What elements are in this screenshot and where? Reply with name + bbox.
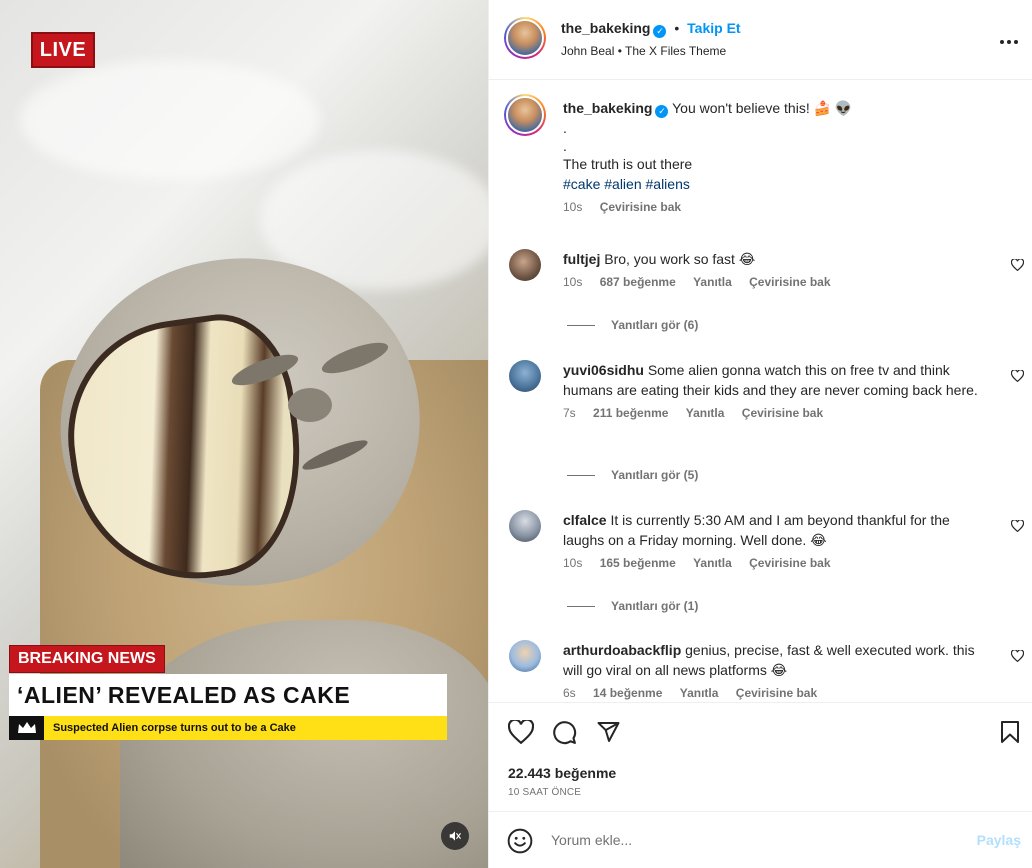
comment: arthurdoabackflip genius, precise, fast …: [563, 640, 993, 700]
post-video[interactable]: LIVE BREAKING NEWS ‘ALIEN’ REVEALED AS C…: [0, 0, 488, 868]
comment-likes[interactable]: 687 beğenme: [600, 275, 676, 289]
translate-link[interactable]: Çevirisine bak: [749, 556, 830, 570]
post-side-panel: the_bakeking ✓ • Takip Et John Beal • The…: [488, 0, 1032, 868]
news-headline: ‘ALIEN’ REVEALED AS CAKE: [17, 681, 351, 708]
commenter-username[interactable]: yuvi06sidhu: [563, 362, 644, 378]
caption-text: the_bakeking ✓ You won't believe this! 🍰 …: [563, 98, 1003, 118]
comment-time: 7s: [563, 406, 576, 420]
comment-likes[interactable]: 165 beğenme: [600, 556, 676, 570]
breaking-news-label: BREAKING NEWS: [9, 645, 165, 673]
post-actions-bar: 22.443 beğenme 10 SAAT ÖNCE: [489, 702, 1032, 810]
comment: yuvi06sidhu Some alien gonna watch this …: [563, 360, 993, 420]
dot-separator: •: [674, 20, 680, 36]
news-headline-box: ‘ALIEN’ REVEALED AS CAKE: [9, 674, 447, 716]
caption-line: .: [563, 120, 567, 136]
author-line: the_bakeking ✓ • Takip Et: [561, 20, 741, 38]
emoji-smiley-icon[interactable]: [507, 828, 533, 854]
live-badge: LIVE: [31, 32, 95, 68]
heart-outline-icon[interactable]: [1011, 370, 1024, 382]
alien-body-image: [120, 620, 488, 868]
comment: fultjej Bro, you work so fast 😂 10s 687 …: [563, 249, 993, 289]
view-replies-button[interactable]: Yanıtları gör (6): [567, 318, 698, 332]
caption-username[interactable]: the_bakeking: [563, 100, 652, 116]
add-comment-bar: Yorum ekle... Paylaş: [489, 811, 1032, 868]
heart-outline-icon[interactable]: [1011, 650, 1024, 662]
view-replies-label: Yanıtları gör (6): [611, 318, 699, 332]
reply-link[interactable]: Yanıtla: [693, 275, 732, 289]
verified-badge-icon: ✓: [655, 105, 669, 118]
translate-link[interactable]: Çevirisine bak: [742, 406, 823, 420]
commenter-avatar[interactable]: [509, 360, 541, 392]
comment-time: 10s: [563, 556, 583, 570]
caption-time: 10s: [563, 200, 583, 214]
view-replies-button[interactable]: Yanıtları gör (1): [567, 599, 698, 613]
save-bookmark-icon[interactable]: [999, 720, 1021, 744]
caption: the_bakeking ✓ You won't believe this! 🍰 …: [563, 98, 1003, 214]
post-header: the_bakeking ✓ • Takip Et John Beal • The…: [489, 0, 1032, 80]
likes-count[interactable]: 22.443 beğenme: [508, 765, 616, 781]
mute-button[interactable]: [441, 822, 469, 850]
comment-likes[interactable]: 211 beğenme: [593, 406, 668, 420]
view-replies-label: Yanıtları gör (1): [611, 599, 699, 613]
translate-link[interactable]: Çevirisine bak: [749, 275, 830, 289]
author-username[interactable]: the_bakeking: [561, 20, 650, 36]
cloth-highlight: [20, 60, 320, 180]
heart-outline-icon[interactable]: [1011, 259, 1024, 271]
comment: clfalce It is currently 5:30 AM and I am…: [563, 510, 993, 570]
more-dots-icon: [1000, 40, 1018, 44]
comment-time: 10s: [563, 275, 583, 289]
caption-line: The truth is out there: [563, 156, 693, 172]
heart-outline-icon[interactable]: [1011, 520, 1024, 532]
author-avatar[interactable]: [504, 17, 546, 59]
reply-link[interactable]: Yanıtla: [680, 686, 719, 700]
alien-nose: [288, 388, 332, 422]
commenter-username[interactable]: fultjej: [563, 251, 600, 267]
speaker-muted-icon: [449, 831, 461, 841]
audio-track[interactable]: John Beal • The X Files Theme: [561, 44, 726, 58]
post-comment-button[interactable]: Paylaş: [977, 832, 1021, 848]
view-replies-label: Yanıtları gör (5): [611, 468, 699, 482]
comment-text: It is currently 5:30 AM and I am beyond …: [563, 512, 950, 548]
comment-likes[interactable]: 14 beğenme: [593, 686, 662, 700]
comment-time: 6s: [563, 686, 576, 700]
news-ticker-text: Suspected Alien corpse turns out to be a…: [44, 716, 447, 740]
commenter-username[interactable]: arthurdoabackflip: [563, 642, 681, 658]
share-paper-plane-icon[interactable]: [596, 720, 621, 744]
more-options-button[interactable]: [999, 28, 1019, 51]
verified-badge-icon: ✓: [653, 25, 667, 38]
view-replies-button[interactable]: Yanıtları gör (5): [567, 468, 698, 482]
commenter-avatar[interactable]: [509, 249, 541, 281]
caption-meta: 10s Çevirisine bak: [563, 200, 1003, 214]
comments-list[interactable]: the_bakeking ✓ You won't believe this! 🍰 …: [489, 81, 1032, 702]
caption-author-avatar[interactable]: [504, 94, 546, 136]
commenter-avatar[interactable]: [509, 510, 541, 542]
comment-text: Bro, you work so fast 😂: [604, 251, 756, 267]
translate-link[interactable]: Çevirisine bak: [736, 686, 817, 700]
post-age: 10 SAAT ÖNCE: [508, 787, 582, 798]
like-heart-icon[interactable]: [508, 720, 534, 744]
comment-input[interactable]: Yorum ekle...: [551, 832, 632, 848]
caption-body: You won't believe this! 🍰 👽: [672, 100, 853, 116]
commenter-username[interactable]: clfalce: [563, 512, 607, 528]
caption-hashtags[interactable]: #cake #alien #aliens: [563, 174, 1003, 194]
follow-button[interactable]: Takip Et: [687, 20, 740, 36]
translate-link[interactable]: Çevirisine bak: [600, 200, 681, 214]
crown-icon: [9, 716, 44, 740]
caption-line: .: [563, 138, 567, 154]
commenter-avatar[interactable]: [509, 640, 541, 672]
news-ticker: Suspected Alien corpse turns out to be a…: [9, 716, 447, 740]
reply-link[interactable]: Yanıtla: [686, 406, 725, 420]
comment-bubble-icon[interactable]: [552, 720, 577, 745]
reply-link[interactable]: Yanıtla: [693, 556, 732, 570]
